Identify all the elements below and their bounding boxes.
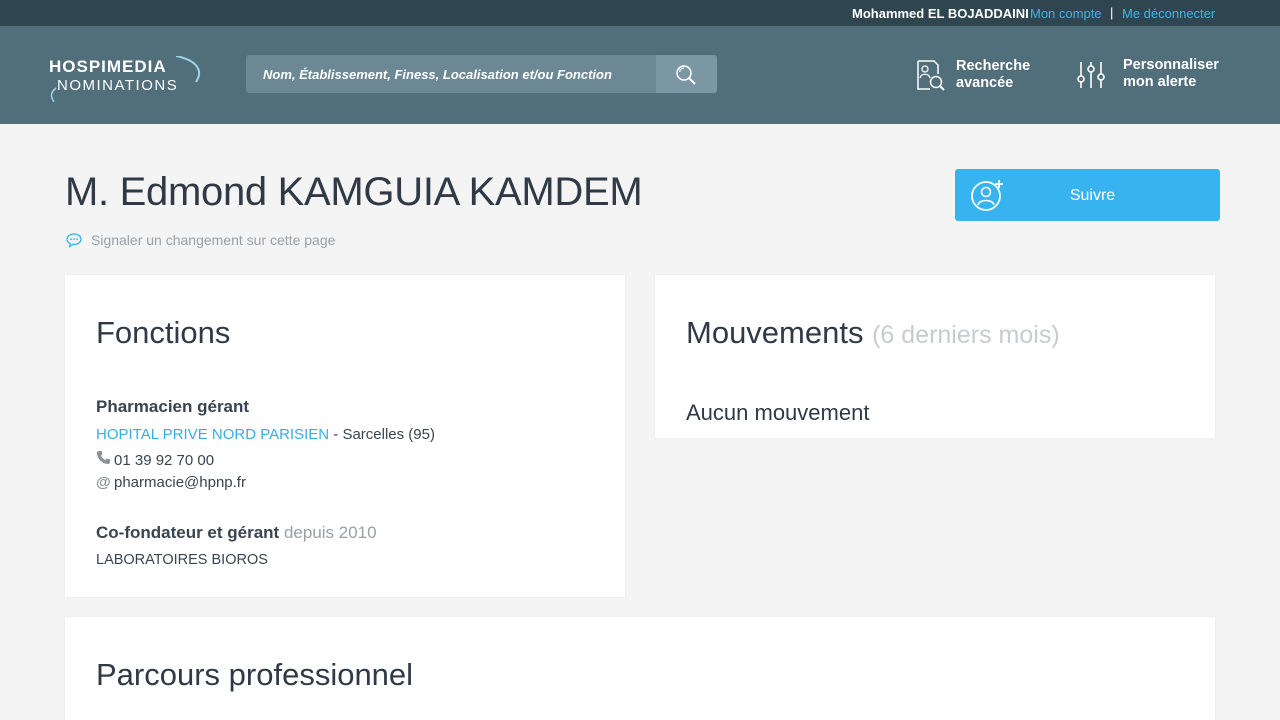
- account-link[interactable]: Mon compte: [1030, 6, 1102, 21]
- follow-label: Suivre: [1069, 187, 1116, 204]
- empty-movements-text: Aucun mouvement: [686, 400, 870, 425]
- user-name: Mohammed EL BOJADDAINI: [852, 6, 1029, 21]
- follow-button[interactable]: Suivre: [955, 169, 1220, 221]
- email-address[interactable]: pharmacie@hpnp.fr: [114, 474, 246, 491]
- hospimedia-logo[interactable]: HOSPIMEDIA NOMINATIONS: [48, 56, 208, 102]
- at-icon: @: [96, 474, 111, 491]
- fonctions-title: Fonctions: [96, 315, 231, 350]
- search-button[interactable]: [656, 55, 717, 93]
- function-organization: HOPITAL PRIVE NORD PARISIEN - Sarcelles …: [96, 426, 435, 443]
- alert-settings-label: Personnaliser mon alerte: [1123, 57, 1219, 90]
- search-bar: [246, 55, 717, 93]
- page-title: M. Edmond KAMGUIA KAMDEM: [65, 170, 643, 214]
- user-bar: Mohammed EL BOJADDAINI Mon compte | Me d…: [0, 0, 1280, 26]
- mouvements-title-text: Mouvements: [686, 315, 864, 350]
- organization-location: - Sarcelles (95): [329, 426, 435, 443]
- advanced-search-link[interactable]: Recherche avancée: [916, 58, 1046, 94]
- function-role: Pharmacien gérant: [96, 397, 250, 416]
- mouvements-subtitle: (6 derniers mois): [872, 321, 1060, 349]
- email-row: @ pharmacie@hpnp.fr: [96, 474, 246, 491]
- report-change-label: Signaler un changement sur cette page: [91, 232, 336, 248]
- phone-row: 01 39 92 70 00: [96, 450, 214, 469]
- parcours-card: Parcours professionnel: [65, 617, 1215, 720]
- main-header: HOSPIMEDIA NOMINATIONS Nom, Établissemen…: [0, 26, 1280, 124]
- role-since: depuis 2010: [279, 523, 377, 542]
- advanced-search-label: Recherche avancée: [956, 58, 1031, 91]
- phone-number: 01 39 92 70 00: [114, 452, 215, 469]
- function-role: Co-fondateur et gérant depuis 2010: [96, 523, 377, 543]
- role-title: Co-fondateur et gérant: [96, 523, 280, 542]
- mouvements-title: Mouvements (6 derniers mois): [686, 315, 1060, 351]
- phone-icon: [96, 450, 114, 469]
- organization-link[interactable]: HOPITAL PRIVE NORD PARISIEN: [96, 426, 329, 443]
- mouvements-card: Mouvements (6 derniers mois) Aucun mouve…: [655, 275, 1215, 438]
- fonctions-card: Fonctions Pharmacien gérant HOPITAL PRIV…: [65, 275, 625, 597]
- logout-link[interactable]: Me déconnecter: [1122, 6, 1215, 21]
- parcours-title: Parcours professionnel: [96, 657, 414, 692]
- alert-settings-link[interactable]: Personnaliser mon alerte: [1076, 57, 1226, 94]
- search-input[interactable]: [246, 55, 656, 93]
- separator: |: [1110, 5, 1114, 20]
- logo-line1: HOSPIMEDIA: [49, 57, 167, 76]
- logo-line2: NOMINATIONS: [57, 77, 179, 94]
- function-organization: LABORATOIRES BIOROS: [96, 552, 268, 568]
